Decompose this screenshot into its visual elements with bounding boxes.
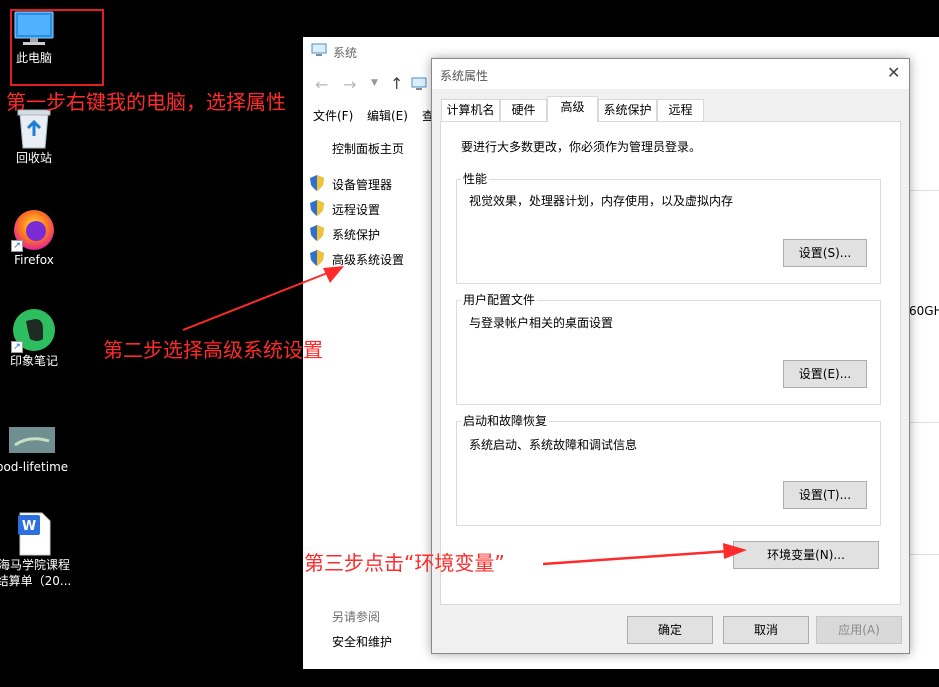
step2-arrowhead: [323, 266, 344, 283]
step2-arrow: [182, 269, 336, 331]
tab-advanced[interactable]: 高级: [547, 96, 598, 122]
step3-arrowhead: [723, 543, 747, 559]
step3-arrow: [542, 549, 731, 566]
annotation-arrows: [182, 266, 747, 566]
